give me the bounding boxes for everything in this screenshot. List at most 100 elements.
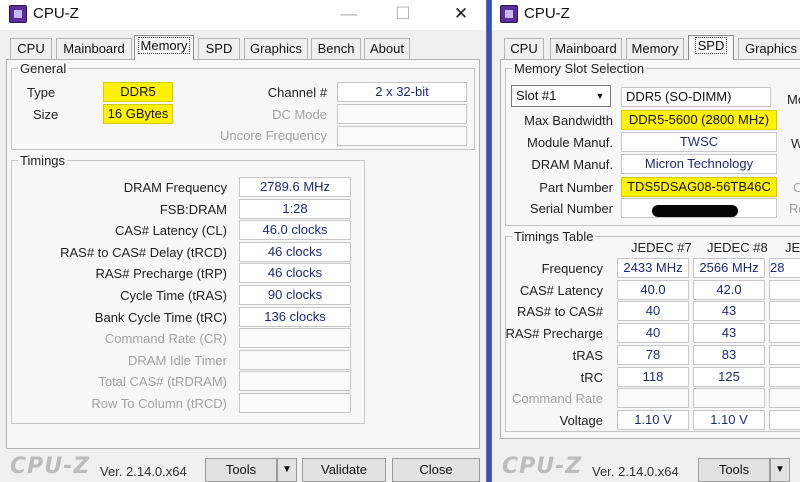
timings-legend: Timings [20, 153, 66, 168]
serial-number-label: Serial Number [529, 201, 613, 216]
tab-cpu[interactable]: CPU [504, 38, 544, 59]
timing-label: Row To Column (tRCD) [91, 396, 227, 411]
spd-timing-cell [769, 409, 800, 430]
spd-timing-label: Command Rate [511, 391, 603, 407]
minimize-button[interactable]: — [328, 2, 370, 26]
tab-mainboard[interactable]: Mainboard [550, 38, 622, 59]
timing-label: DRAM Idle Timer [128, 352, 227, 368]
footer-spd: CPU-Z Ver. 2.14.0.x64 Tools ▼ [492, 452, 800, 482]
window-title: CPU-Z [33, 5, 79, 22]
timing-value: 2789.6 MHz [239, 177, 351, 197]
spd-timing-label: tRAS [572, 347, 603, 363]
spd-timing-cell: 78 [617, 344, 689, 365]
spd-timing-label: Frequency [541, 261, 603, 276]
tab-graphics[interactable]: Graphics [244, 38, 308, 59]
spd-timing-label: CAS# Latency [519, 282, 603, 298]
column-header-jedec7: JEDEC #7 [631, 240, 692, 255]
cpuz-window-spd: CPU-Z CPU Mainboard Memory SPD Graphics … [491, 0, 800, 482]
version-label: Ver. 2.14.0.x64 [592, 464, 679, 479]
spd-timing-cell: 40 [617, 301, 689, 322]
tab-memory[interactable]: Memory [626, 38, 684, 59]
spd-timing-cell: 43 [693, 301, 765, 322]
timing-label: CAS# Latency (CL) [115, 223, 227, 239]
tab-about[interactable]: About [364, 38, 410, 59]
spd-timing-cell [769, 344, 800, 365]
timing-value [239, 371, 351, 392]
slot-select[interactable]: Slot #1 ▼ [511, 85, 611, 107]
tab-spd[interactable]: SPD [198, 38, 240, 59]
timing-value [239, 393, 351, 413]
spd-timing-cell [769, 388, 800, 409]
size-value: 16 GBytes [103, 104, 173, 124]
footer: CPU-Z Ver. 2.14.0.x64 Tools ▼ Validate C… [0, 452, 486, 482]
timing-label: RAS# Precharge (tRP) [95, 266, 228, 282]
module-size-label-partial: Mo [787, 92, 800, 107]
tools-button[interactable]: Tools [698, 458, 770, 482]
dc-mode-value [337, 104, 467, 124]
serial-number-value [621, 198, 777, 218]
spd-timing-cell: 2566 MHz [693, 258, 765, 278]
tab-mainboard[interactable]: Mainboard [56, 38, 132, 59]
spd-timing-cell: 40.0 [617, 279, 689, 300]
title-bar[interactable]: CPU-Z — ☐ ✕ [0, 0, 486, 30]
timing-label: FSB:DRAM [159, 201, 227, 217]
tab-memory[interactable]: Memory [134, 35, 194, 60]
size-label: Size [33, 107, 59, 122]
tab-bar: CPU Mainboard Memory SPD Graphics Bench … [0, 34, 486, 60]
spd-timing-cell: 40 [617, 323, 689, 344]
spd-timing-cell [769, 323, 800, 344]
timing-value: 46 clocks [239, 263, 351, 284]
dram-manuf-label: DRAM Manuf. [531, 157, 613, 172]
spd-timing-cell: 2433 MHz [617, 258, 689, 278]
timing-label: Cycle Time (tRAS) [120, 288, 227, 303]
maximize-button[interactable]: ☐ [382, 2, 424, 26]
spd-page: Memory Slot Selection Slot #1 ▼ DDR5 (SO… [500, 59, 800, 439]
tab-graphics[interactable]: Graphics [738, 38, 800, 59]
correction-label-partial: C [793, 180, 800, 195]
close-window-button[interactable]: ✕ [440, 2, 482, 26]
timing-value: 46 clocks [239, 241, 351, 262]
memory-slot-selection-legend: Memory Slot Selection [514, 61, 645, 76]
timing-label: Total CAS# (tRDRAM) [98, 374, 227, 390]
registered-label-partial: Re [789, 201, 800, 216]
timing-value: 46.0 clocks [239, 220, 351, 241]
spd-timing-cell [693, 388, 765, 409]
tools-dropdown-button[interactable]: ▼ [277, 458, 297, 482]
spd-timing-label: Voltage [559, 412, 603, 428]
spd-timing-cell: 83 [693, 344, 765, 365]
channel-label: Channel # [267, 85, 327, 100]
spd-timing-cell: 118 [617, 366, 689, 387]
tab-bench[interactable]: Bench [311, 38, 361, 59]
spd-timing-cell [769, 366, 800, 387]
title-bar-spd[interactable]: CPU-Z [492, 0, 800, 30]
part-number-label: Part Number [539, 180, 613, 195]
validate-button[interactable]: Validate [302, 458, 386, 482]
dc-mode-label: DC Mode [272, 107, 327, 122]
tab-spd[interactable]: SPD [688, 35, 734, 60]
column-header-jedec9: JE [785, 240, 800, 255]
chevron-down-icon: ▼ [595, 91, 605, 101]
timing-label: Bank Cycle Time (tRC) [94, 309, 227, 325]
cpu-z-logo: CPU-Z [10, 454, 91, 479]
spd-timing-cell: 125 [693, 366, 765, 387]
module-type-value: DDR5 (SO-DIMM) [621, 87, 771, 107]
module-manuf-label: Module Manuf. [527, 135, 613, 150]
spd-timing-label: RAS# Precharge [505, 326, 603, 342]
spd-timing-cell: 28 [769, 258, 800, 278]
spd-timing-label: RAS# to CAS# [517, 304, 603, 320]
timing-value: 136 clocks [239, 306, 351, 327]
cpu-z-logo: CPU-Z [502, 454, 583, 479]
serial-redaction [652, 205, 738, 217]
close-button[interactable]: Close [392, 458, 480, 482]
week-year-label-partial: W [791, 136, 800, 151]
cpuz-window-memory: CPU-Z — ☐ ✕ CPU Mainboard Memory SPD Gra… [0, 0, 487, 482]
tools-dropdown-button[interactable]: ▼ [770, 458, 790, 482]
timing-value [239, 328, 351, 349]
timing-label: RAS# to CAS# Delay (tRCD) [60, 244, 227, 260]
tools-button[interactable]: Tools [205, 458, 277, 482]
spd-timing-label: tRC [580, 369, 603, 385]
module-manuf-value: TWSC [621, 132, 777, 152]
version-label: Ver. 2.14.0.x64 [100, 464, 187, 479]
timing-value: 90 clocks [239, 285, 351, 305]
tab-cpu[interactable]: CPU [10, 38, 52, 59]
